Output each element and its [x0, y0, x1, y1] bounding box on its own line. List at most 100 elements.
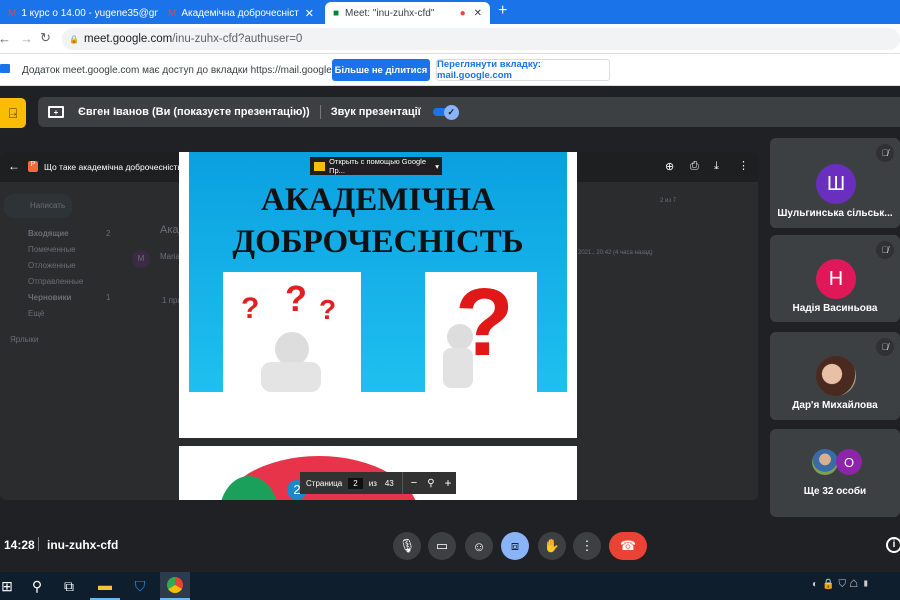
slide-footer — [179, 392, 577, 438]
share-info-text: Додаток meet.google.com має доступ до вк… — [22, 65, 354, 76]
compose-button[interactable]: Написать — [4, 194, 72, 218]
url-path: /inu-zuhx-cfd?authuser=0 — [172, 33, 303, 45]
leave-call-button[interactable]: ☎ — [609, 532, 647, 560]
avatar-photo — [812, 449, 838, 475]
task-view-icon[interactable]: ⧉ — [54, 572, 84, 600]
present-icon: + — [48, 106, 64, 118]
info-icon[interactable]: i — [886, 537, 900, 553]
slide-title-line-2: ДОБРОЧЕСНІСТЬ — [232, 224, 524, 260]
meeting-time: 14:28 — [4, 538, 35, 552]
chevron-down-icon[interactable]: ▾ — [435, 162, 439, 171]
participant-name: Дар'я Михайлова — [792, 400, 878, 411]
page-total: 43 — [384, 478, 394, 488]
tab-label: Meet: "inu-zuhx-cfd" — [345, 7, 435, 19]
gmail-nav-item[interactable]: Отправленные — [28, 277, 83, 286]
tab-sharing-infobar: Додаток meet.google.com має доступ до вк… — [0, 54, 900, 86]
tab-meet[interactable]: ■ Meet: "inu-zuhx-cfd" ● ✕ — [325, 2, 490, 24]
gmail-labels-heading: Ярлыки — [10, 335, 39, 344]
more-options-button[interactable]: ⋮ — [573, 532, 601, 560]
gmail-nav-item[interactable]: Отложенные — [28, 261, 76, 270]
windows-start-icon[interactable]: ⊞ — [0, 572, 22, 600]
present-button[interactable]: ⧈ — [501, 532, 529, 560]
mic-off-icon: 🎙̸ — [876, 338, 894, 356]
page-toolbar: Страница 2 из 43 − ⚲ + — [300, 472, 456, 494]
share-icon — [0, 64, 10, 73]
close-icon[interactable]: ✕ — [305, 7, 314, 20]
address-bar-row: ← → ↻ 🔒 meet.google.com/inu-zuhx-cfd?auth… — [0, 24, 900, 54]
tab-gmail-1[interactable]: M1 курс о 14.00 - yugene35@gm✕ — [0, 2, 158, 24]
divider — [319, 105, 321, 119]
tab-label: 1 курс о 14.00 - yugene35@gm — [21, 7, 158, 19]
participant-name: Надія Васиньова — [792, 303, 878, 314]
url-input[interactable]: 🔒 meet.google.com/inu-zuhx-cfd?authuser=0 — [62, 28, 900, 50]
close-icon[interactable]: ✕ — [474, 8, 482, 19]
raise-hand-button[interactable]: ✋ — [538, 532, 566, 560]
more-icon[interactable]: ⋮ — [738, 159, 749, 172]
view-tab-button[interactable]: Переглянути вкладку: mail.google.com — [436, 59, 610, 81]
slides-icon — [314, 161, 326, 171]
forward-icon[interactable]: → — [20, 31, 33, 46]
participant-tile[interactable]: 🎙̸ Ш Шульгинська сільськ... — [770, 138, 900, 228]
presenting-bar: + Євген Іванов (Ви (показуєте презентаці… — [38, 97, 900, 127]
open-with-button[interactable]: Открыть с помощью Google Пр... ▾ — [310, 157, 442, 175]
gmail-nav-item[interactable]: Входящие — [28, 229, 69, 238]
page-label: Страница — [306, 478, 343, 488]
stop-sharing-button[interactable]: Більше не ділитися — [332, 59, 430, 81]
avatar-photo — [816, 356, 856, 396]
presenter-label: Євген Іванов (Ви (показуєте презентацію)… — [78, 106, 310, 118]
participant-tile[interactable]: 🎙̸ Н Надія Васиньова — [770, 235, 900, 322]
system-tray-icons[interactable]: ◐🔒⛉☖▮ — [812, 579, 874, 590]
chrome-icon[interactable] — [160, 572, 190, 600]
presentation-audio-label: Звук презентації — [330, 106, 421, 118]
new-tab-button[interactable]: + — [498, 2, 507, 20]
file-name: Що таке академічна доброчесність.pptx — [44, 162, 201, 172]
more-participants-tile[interactable]: O Ще 32 особи — [770, 429, 900, 517]
recording-icon: ● — [459, 7, 466, 19]
gmail-pager: 2 из 7 — [660, 198, 677, 204]
search-icon[interactable]: ⚲ — [22, 572, 52, 600]
gmail-date: 2021., 20:42 (4 часа назад) — [578, 250, 653, 256]
divider — [38, 537, 39, 551]
meet-icon: ■ — [333, 7, 340, 19]
avatar: Ш — [816, 164, 856, 204]
print-icon[interactable]: ⎙ — [690, 160, 699, 173]
meeting-code: inu-zuhx-cfd — [47, 538, 119, 552]
gmail-sender: Maria — [160, 252, 181, 261]
gmail-nav-item[interactable]: Ещё — [28, 309, 44, 318]
tab-gmail-2[interactable]: M Академічна доброчесніст ✕ — [160, 2, 322, 24]
gmail-nav-item[interactable]: Помеченные — [28, 245, 76, 254]
mic-off-icon: 🎙̸ — [876, 241, 894, 259]
back-icon[interactable]: ← — [0, 31, 11, 46]
gmail-nav-item[interactable]: Черновики — [28, 293, 71, 302]
lock-icon: 🔒 — [69, 34, 79, 44]
participant-tile[interactable]: 🎙̸ Дар'я Михайлова — [770, 332, 900, 420]
emoji-button[interactable]: ☺ — [465, 532, 493, 560]
page-of-label: из — [368, 478, 377, 488]
reload-icon[interactable]: ↻ — [40, 30, 51, 46]
defender-icon[interactable]: ⛉ — [125, 572, 155, 600]
download-icon[interactable]: ⤓ — [714, 160, 719, 173]
back-icon[interactable]: ← — [8, 159, 20, 173]
zoom-in-icon[interactable]: + — [445, 476, 452, 490]
thinking-figure-image: ??? — [223, 272, 361, 400]
microphone-button[interactable]: 🎙 — [393, 532, 421, 560]
camera-button[interactable]: ▭ — [428, 532, 456, 560]
shared-screen: ← P Що таке академічна доброчесність.ppt… — [0, 152, 758, 500]
zoom-icon[interactable]: ⚲ — [427, 478, 434, 489]
browser-tab-bar: M1 курс о 14.00 - yugene35@gm✕ MАкадеміч… — [0, 0, 900, 24]
page-input[interactable]: 2 — [348, 477, 363, 489]
add-to-drive-icon[interactable]: ⊕ — [665, 160, 674, 173]
avatar: O — [836, 449, 862, 475]
slide-title-line-1: АКАДЕМІЧНА — [260, 182, 495, 218]
file-explorer-icon[interactable]: ▬ — [90, 572, 120, 600]
presentation-audio-toggle[interactable]: ✓ — [432, 105, 459, 120]
mic-off-icon: 🎙̸ — [876, 144, 894, 162]
gmail-count: 2 — [106, 229, 111, 238]
zoom-out-icon[interactable]: − — [411, 477, 417, 489]
gmail-count: 1 — [106, 293, 111, 302]
tab-label: Академічна доброчесніст — [181, 7, 299, 19]
exit-icon[interactable]: ⍈ — [0, 98, 26, 128]
url-host: meet.google.com — [84, 33, 173, 45]
question-figure-image: ? — [425, 269, 537, 400]
sender-avatar: M — [132, 250, 150, 268]
